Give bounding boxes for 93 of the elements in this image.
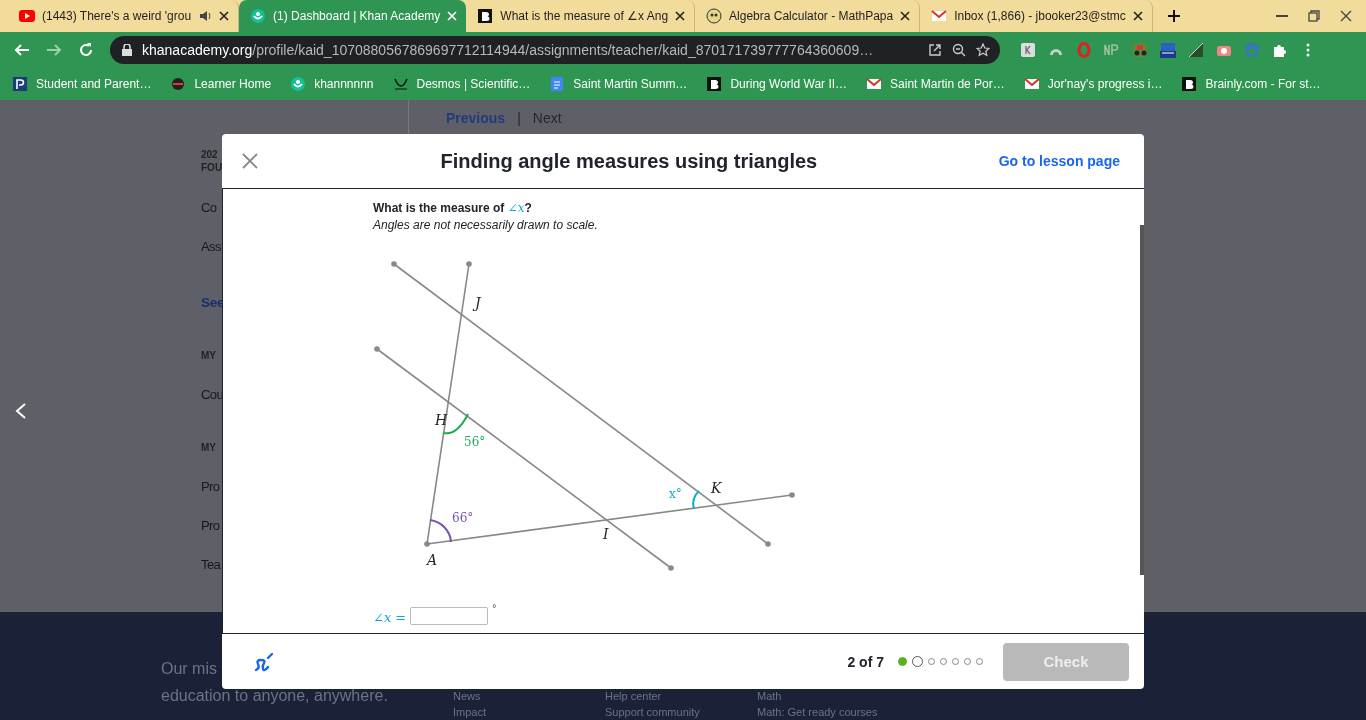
lock-icon	[122, 44, 132, 56]
forward-arrow-icon[interactable]	[46, 42, 62, 58]
scrollbar-thumb[interactable]	[1140, 225, 1144, 575]
face-icon	[706, 8, 723, 24]
close-icon[interactable]	[241, 152, 259, 170]
document-icon	[549, 76, 566, 92]
tab-title: Inbox (1,866) - jbooker23@stmc	[954, 9, 1126, 23]
mission-text: education to anyone, anywhere.	[161, 686, 388, 706]
minimize-icon	[1276, 15, 1288, 17]
envelope-icon	[866, 76, 883, 92]
tab-title: (1443) There's a weird 'grou	[42, 9, 192, 23]
zoom-out-icon	[952, 43, 966, 57]
envelope-icon	[1023, 76, 1040, 92]
puzzle-icon[interactable]	[1272, 42, 1288, 58]
bookmark[interactable]: Jor'nay's progress i…	[1023, 76, 1163, 92]
close-icon	[1132, 11, 1143, 21]
bookmark[interactable]: Learner Home	[170, 76, 272, 92]
bookmark[interactable]: Brainly.com - For st…	[1181, 76, 1321, 92]
browser-tab[interactable]: (1443) There's a weird 'grou	[8, 0, 240, 32]
leaf-icon	[250, 8, 267, 24]
np-icon[interactable]	[1104, 42, 1120, 58]
sidebar-text[interactable]: Pro	[201, 477, 220, 497]
curve-icon	[392, 76, 409, 92]
footer-link[interactable]: Impact	[453, 706, 605, 719]
letter-k-icon[interactable]	[1020, 42, 1036, 58]
sidebar-text[interactable]: Pro	[201, 516, 220, 536]
address-bar[interactable]: khanacademy.org/profile/kaid_1070880567869697712114944/assignments/teacher/kaid_870171739777764360609…	[110, 36, 1000, 64]
separator: |	[517, 110, 521, 128]
close-icon	[219, 11, 230, 21]
sidebar-text[interactable]: Ass	[201, 237, 221, 257]
lesson-link[interactable]: Go to lesson page	[998, 153, 1120, 169]
progress-text: 2 of 7	[847, 653, 884, 670]
browser-tab[interactable]: (1) Dashboard | Khan Academy	[239, 0, 467, 32]
restore-icon	[1308, 10, 1320, 22]
close-icon	[1340, 10, 1352, 22]
youtube-play-icon	[19, 8, 35, 24]
bookmark[interactable]: Saint Martin Summ…	[549, 76, 688, 92]
dialog-title: Finding angle measures using triangles	[439, 149, 819, 173]
slope-icon[interactable]	[1188, 42, 1204, 58]
letter-p-icon	[12, 76, 28, 92]
bookmark[interactable]: Student and Parent…	[12, 76, 152, 92]
open-external-icon	[928, 43, 942, 57]
browser-tab[interactable]: Inbox (1,866) - jbooker23@stmc	[920, 0, 1153, 32]
sidebar-text: FOU	[201, 161, 223, 174]
reload-icon[interactable]	[78, 42, 94, 58]
plus-icon	[1166, 9, 1181, 23]
close-icon	[447, 11, 458, 21]
footer-link[interactable]: Support community	[605, 706, 757, 719]
sidebar-text[interactable]: Tea	[201, 555, 221, 575]
question-text: What is the measure of ∠x?	[373, 201, 533, 215]
back-arrow-icon[interactable]	[14, 42, 30, 58]
mission-text: Our mis	[161, 659, 217, 679]
answer-label: ∠x =	[373, 610, 407, 625]
sidebar-text: 202	[201, 148, 218, 161]
bookmark[interactable]: During World War II…	[706, 76, 848, 92]
browser-tab[interactable]: Algebra Calculator - MathPapa	[695, 0, 921, 32]
point-label: K	[711, 480, 722, 496]
letter-b-icon	[477, 8, 494, 24]
tab-title: Algebra Calculator - MathPapa	[729, 9, 894, 23]
bookmark[interactable]: khannnnnn	[290, 76, 374, 92]
footer-link[interactable]: News	[453, 690, 605, 703]
pro-badge-icon[interactable]	[1160, 42, 1176, 58]
close-icon	[900, 11, 911, 21]
angle-label: 56°	[464, 435, 486, 449]
game-icon[interactable]	[1132, 42, 1148, 58]
star-icon	[976, 43, 990, 57]
bookmark[interactable]: Desmos | Scientific…	[392, 76, 531, 92]
round-logo-icon	[170, 76, 187, 92]
letter-b-icon	[1181, 76, 1198, 92]
browser-tab[interactable]: What is the measure of ∠x Ang	[466, 0, 696, 32]
answer-field[interactable]	[410, 607, 489, 625]
angle-label: x°	[669, 487, 682, 501]
sidebar-text: MY	[201, 349, 216, 363]
sidebar-text: MY	[201, 441, 216, 455]
close-icon	[675, 11, 686, 21]
point-label: I	[603, 526, 609, 542]
point-label: A	[427, 552, 438, 568]
letter-b-icon	[706, 76, 723, 92]
angle-label: 66°	[452, 511, 474, 525]
note-text: Angles are not necessarily drawn to scale.	[373, 218, 599, 232]
tab-title: (1) Dashboard | Khan Academy	[273, 9, 441, 23]
bookmark[interactable]: Saint Martin de Por…	[866, 76, 1005, 92]
url-text: khanacademy.org/profile/kaid_1070880567869697712114944/assignments/teacher/kaid_870171739777764360609…	[142, 42, 875, 58]
footer-link[interactable]: Math	[757, 690, 909, 703]
sidebar-text[interactable]: Co	[201, 198, 217, 218]
tab-title: What is the measure of ∠x Ang	[500, 9, 669, 23]
degree-sign: °	[492, 603, 497, 614]
footer-link[interactable]: Help center	[605, 690, 757, 703]
leaf-icon	[290, 76, 307, 92]
chevron-left-icon[interactable]	[14, 402, 28, 420]
envelope-icon	[931, 8, 948, 24]
point-label: H	[435, 412, 448, 428]
footer-link[interactable]: Math: Get ready courses	[757, 706, 909, 719]
